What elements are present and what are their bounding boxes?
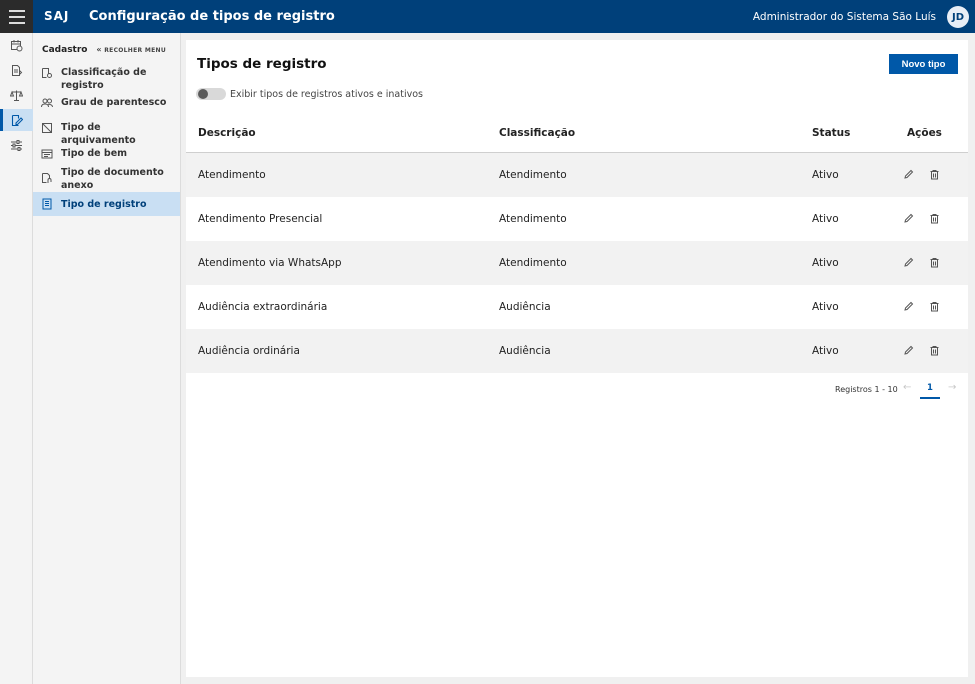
sliders-icon bbox=[11, 139, 22, 151]
table-row: Audiência ordinária Audiência Ativo bbox=[186, 329, 968, 373]
new-type-button[interactable]: Novo tipo bbox=[889, 54, 958, 74]
document-attachment-icon bbox=[42, 173, 52, 183]
pencil-icon bbox=[903, 345, 913, 355]
calendar-clock-icon bbox=[11, 39, 23, 51]
sidebar-item-classificacao[interactable]: Classificação de registro bbox=[33, 66, 180, 92]
sidebar-item-label: Tipo de arquivamento bbox=[61, 122, 136, 146]
avatar[interactable]: JD bbox=[947, 6, 969, 28]
collapse-menu-button[interactable]: « RECOLHER MENU bbox=[96, 45, 166, 54]
hamburger-icon bbox=[8, 8, 25, 26]
document-settings-icon bbox=[42, 68, 52, 78]
trash-icon bbox=[930, 257, 938, 267]
rail-item-agenda[interactable] bbox=[0, 34, 33, 56]
cell-description: Atendimento via WhatsApp bbox=[198, 257, 342, 269]
trash-icon bbox=[930, 169, 938, 179]
collapse-menu-label: RECOLHER MENU bbox=[104, 47, 166, 54]
pencil-icon bbox=[903, 169, 913, 179]
column-header-status: Status bbox=[812, 127, 851, 139]
pencil-icon bbox=[903, 257, 913, 267]
toggle-switch[interactable] bbox=[196, 88, 226, 100]
sidebar-item-arquivamento[interactable]: Tipo de arquivamento bbox=[33, 121, 180, 146]
table-row: Atendimento via WhatsApp Atendimento Ati… bbox=[186, 241, 968, 285]
arrow-right-icon: → bbox=[948, 382, 957, 393]
sidebar-item-documento-anexo[interactable]: Tipo de documento anexo bbox=[33, 166, 180, 192]
rail-item-legal[interactable] bbox=[0, 84, 33, 106]
cell-status: Ativo bbox=[812, 213, 839, 225]
archive-icon bbox=[42, 123, 52, 133]
edit-button[interactable] bbox=[902, 212, 914, 224]
documents-icon bbox=[12, 64, 23, 76]
sidebar-item-label: Grau de parentesco bbox=[61, 97, 167, 108]
cell-status: Ativo bbox=[812, 169, 839, 181]
table-row: Atendimento Presencial Atendimento Ativo bbox=[186, 197, 968, 241]
arrow-left-icon: ← bbox=[903, 382, 912, 393]
delete-button[interactable] bbox=[928, 256, 940, 268]
cell-status: Ativo bbox=[812, 345, 839, 357]
column-header-classification: Classificação bbox=[499, 127, 576, 139]
hamburger-menu-button[interactable] bbox=[0, 0, 33, 33]
edit-button[interactable] bbox=[902, 168, 914, 180]
edit-button[interactable] bbox=[902, 256, 914, 268]
delete-button[interactable] bbox=[928, 344, 940, 356]
column-header-actions: Ações bbox=[907, 127, 942, 139]
toggle-label: Exibir tipos de registros ativos e inati… bbox=[230, 88, 423, 100]
cell-status: Ativo bbox=[812, 301, 839, 313]
scales-icon bbox=[10, 90, 23, 101]
cell-classification: Audiência bbox=[499, 301, 551, 313]
previous-page-button[interactable]: ← bbox=[903, 382, 911, 393]
table-row: Audiência extraordinária Audiência Ativo bbox=[186, 285, 968, 329]
property-icon bbox=[41, 149, 53, 159]
cell-description: Atendimento bbox=[198, 169, 266, 181]
page-number-button[interactable]: 1 bbox=[920, 383, 940, 399]
top-bar: SAJ Configuração de tipos de registro Ad… bbox=[0, 0, 975, 33]
pencil-icon bbox=[903, 213, 913, 223]
rail-item-documents[interactable] bbox=[0, 59, 33, 81]
section-title: Tipos de registro bbox=[197, 56, 327, 72]
table-row: Atendimento Atendimento Ativo bbox=[186, 153, 968, 197]
delete-button[interactable] bbox=[928, 212, 940, 224]
trash-icon bbox=[930, 301, 938, 311]
trash-icon bbox=[930, 345, 938, 355]
rail-item-registry[interactable] bbox=[0, 109, 33, 131]
next-page-button[interactable]: → bbox=[948, 382, 956, 393]
cell-status: Ativo bbox=[812, 257, 839, 269]
sidebar-item-label: Tipo de bem bbox=[61, 148, 128, 159]
trash-icon bbox=[930, 213, 938, 223]
rail-item-settings[interactable] bbox=[0, 134, 33, 156]
sidebar-item-label: Classificação de registro bbox=[61, 67, 147, 91]
sidebar-item-tipo-registro[interactable]: Tipo de registro bbox=[33, 192, 180, 216]
cell-description: Atendimento Presencial bbox=[198, 213, 323, 225]
sidebar-item-bem[interactable]: Tipo de bem bbox=[33, 147, 180, 161]
column-header-description: Descrição bbox=[198, 127, 256, 139]
sidebar-item-label: Tipo de registro bbox=[61, 198, 147, 210]
menu-section-title: Cadastro bbox=[42, 45, 88, 55]
cell-description: Audiência extraordinária bbox=[198, 301, 328, 313]
active-inactive-toggle[interactable]: Exibir tipos de registros ativos e inati… bbox=[196, 88, 423, 100]
side-menu: Cadastro « RECOLHER MENU Classificação d… bbox=[33, 33, 181, 684]
double-chevron-left-icon: « bbox=[96, 45, 102, 54]
user-name[interactable]: Administrador do Sistema São Luís bbox=[753, 11, 936, 23]
brand-logo[interactable]: SAJ bbox=[44, 9, 69, 23]
cell-classification: Atendimento bbox=[499, 213, 567, 225]
people-icon bbox=[41, 98, 53, 108]
delete-button[interactable] bbox=[928, 168, 940, 180]
delete-button[interactable] bbox=[928, 300, 940, 312]
cell-classification: Audiência bbox=[499, 345, 551, 357]
document-list-icon bbox=[42, 198, 52, 210]
cell-classification: Atendimento bbox=[499, 257, 567, 269]
sidebar-item-parentesco[interactable]: Grau de parentesco bbox=[33, 96, 180, 110]
pencil-icon bbox=[903, 301, 913, 311]
pagination-range: Registros 1 - 10 bbox=[835, 385, 898, 394]
cell-description: Audiência ordinária bbox=[198, 345, 300, 357]
edit-button[interactable] bbox=[902, 344, 914, 356]
sidebar-item-label: Tipo de documento anexo bbox=[61, 167, 164, 191]
icon-rail bbox=[0, 33, 33, 684]
cell-classification: Atendimento bbox=[499, 169, 567, 181]
edit-document-icon bbox=[11, 114, 23, 126]
edit-button[interactable] bbox=[902, 300, 914, 312]
page-title: Configuração de tipos de registro bbox=[89, 9, 335, 24]
main-content: Tipos de registro Novo tipo Exibir tipos… bbox=[186, 40, 968, 677]
